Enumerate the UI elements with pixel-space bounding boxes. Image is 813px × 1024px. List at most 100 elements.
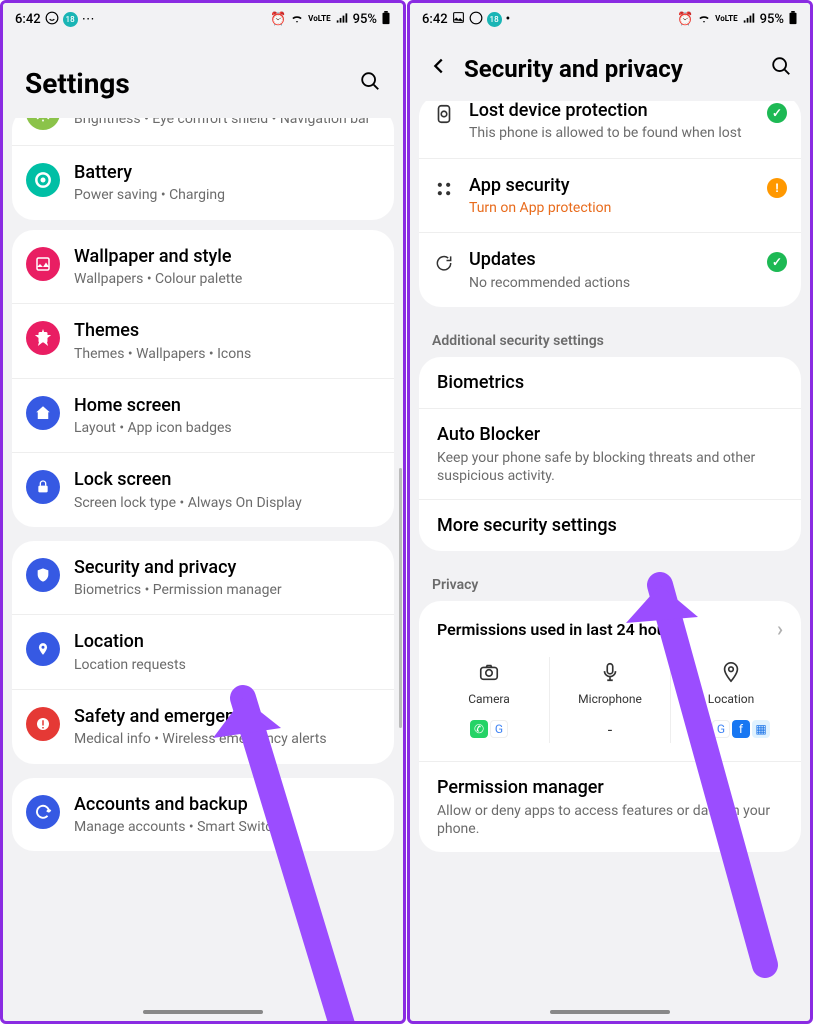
permissions-grid: Camera ✆ G Microphone - [419, 651, 801, 761]
item-lost-device[interactable]: Lost device protection This phone is all… [419, 101, 801, 158]
item-label: Updates [469, 248, 753, 271]
perm-apps: - [552, 720, 668, 739]
status-ok-icon: ✓ [767, 252, 787, 272]
wallpaper-icon [26, 247, 60, 281]
update-icon [433, 252, 455, 274]
search-icon[interactable] [770, 55, 792, 83]
image-icon [452, 11, 465, 27]
chevron-right-icon: › [777, 617, 783, 641]
status-time: 6:42 [15, 12, 41, 27]
settings-item-sub: Biometrics • Permission manager [74, 581, 380, 599]
settings-item-sub: Wallpapers • Colour palette [74, 270, 380, 288]
facebook-app-icon: f [732, 720, 750, 738]
status-warn-icon: ! [767, 178, 787, 198]
settings-item-sub: Location requests [74, 656, 380, 674]
status-more-icon: • [506, 13, 511, 26]
scrollbar[interactable] [399, 468, 402, 728]
battery-icon [788, 11, 798, 28]
settings-item-sub: Medical info • Wireless emergency alerts [74, 730, 380, 748]
settings-item-security[interactable]: Security and privacy Biometrics • Permis… [12, 541, 394, 615]
item-app-security[interactable]: App security Turn on App protection ! [419, 158, 801, 233]
perm-head-label: Permissions used in last 24 hours [437, 620, 680, 639]
perm-camera[interactable]: Camera ✆ G [429, 657, 550, 743]
settings-screen: 6:42 18 ⋯ ⏰ VoLTE 95% Settings [0, 0, 406, 1024]
settings-item-label: Accounts and backup [74, 793, 380, 816]
item-sub: This phone is allowed to be found when l… [469, 124, 753, 142]
settings-item-themes[interactable]: Themes Themes • Wallpapers • Icons [12, 303, 394, 378]
gesture-bar[interactable] [550, 1010, 670, 1014]
settings-item-lock[interactable]: Lock screen Screen lock type • Always On… [12, 452, 394, 527]
security-header: Security and privacy [410, 35, 810, 101]
settings-item-home[interactable]: Home screen Layout • App icon badges [12, 378, 394, 453]
display-icon [26, 118, 60, 130]
settings-item-sub: Themes • Wallpapers • Icons [74, 345, 380, 363]
themes-icon [26, 321, 60, 355]
settings-item-label: Battery [74, 161, 380, 184]
alarm-icon: ⏰ [677, 13, 693, 26]
settings-item-location[interactable]: Location Location requests [12, 614, 394, 689]
item-biometrics[interactable]: Biometrics [419, 357, 801, 408]
emergency-icon [26, 707, 60, 741]
security-status-card: Lost device protection This phone is all… [419, 101, 801, 307]
perm-label: Camera [431, 692, 547, 706]
item-sub: No recommended actions [469, 274, 753, 292]
item-updates[interactable]: Updates No recommended actions ✓ [419, 232, 801, 307]
settings-item-display[interactable]: Brightness • Eye comfort shield • Naviga… [12, 118, 394, 145]
item-auto-blocker[interactable]: Auto Blocker Keep your phone safe by blo… [419, 408, 801, 499]
item-label: App security [469, 174, 753, 197]
settings-card: Brightness • Eye comfort shield • Naviga… [12, 118, 394, 220]
page-title: Settings [25, 67, 130, 100]
battery-settings-icon [26, 163, 60, 197]
google-app-icon: G [712, 720, 730, 738]
item-label: More security settings [437, 514, 783, 537]
settings-header: Settings [3, 35, 403, 118]
item-permission-manager[interactable]: Permission manager Allow or deny apps to… [419, 761, 801, 852]
settings-card: Accounts and backup Manage accounts • Sm… [12, 778, 394, 852]
wifi-icon [697, 11, 711, 28]
settings-item-accounts[interactable]: Accounts and backup Manage accounts • Sm… [12, 778, 394, 852]
badge-icon: 18 [63, 12, 78, 27]
item-sub: Keep your phone safe by blocking threats… [437, 449, 783, 485]
settings-item-sub: Manage accounts • Smart Switch [74, 818, 380, 836]
gesture-bar[interactable] [143, 1010, 263, 1014]
perm-location[interactable]: Location ✺ G f ▦ [671, 657, 791, 743]
settings-item-label: Home screen [74, 394, 380, 417]
perm-apps: ✆ G [431, 720, 547, 738]
item-label: Biometrics [437, 371, 783, 394]
perm-apps: ✺ G f ▦ [673, 720, 789, 738]
permissions-header[interactable]: Permissions used in last 24 hours › [419, 601, 801, 651]
app-icon: ▦ [752, 720, 770, 738]
section-header: Privacy [410, 565, 810, 601]
settings-item-sub: Layout • App icon badges [74, 419, 380, 437]
perm-label: Microphone [552, 692, 668, 706]
item-sub: Allow or deny apps to access features or… [437, 802, 783, 838]
item-label: Auto Blocker [437, 423, 783, 446]
item-more-security[interactable]: More security settings [419, 499, 801, 551]
shield-icon [26, 558, 60, 592]
additional-security-card: Biometrics Auto Blocker Keep your phone … [419, 357, 801, 552]
status-more-icon: ⋯ [82, 13, 95, 26]
search-icon[interactable] [359, 70, 381, 98]
back-icon[interactable] [428, 55, 450, 83]
google-app-icon: G [490, 720, 508, 738]
settings-item-wallpaper[interactable]: Wallpaper and style Wallpapers • Colour … [12, 230, 394, 304]
settings-item-label: Location [74, 630, 380, 653]
settings-item-sub: Screen lock type • Always On Display [74, 494, 380, 512]
battery-percent: 95% [760, 12, 784, 27]
settings-item-battery[interactable]: Battery Power saving • Charging [12, 145, 394, 220]
settings-item-sub: Power saving • Charging [74, 186, 380, 204]
whatsapp-app-icon: ✆ [470, 720, 488, 738]
status-bar: 6:42 18 ⋯ ⏰ VoLTE 95% [3, 3, 403, 35]
perm-microphone[interactable]: Microphone - [550, 657, 671, 743]
settings-card: Wallpaper and style Wallpapers • Colour … [12, 230, 394, 527]
lock-icon [26, 470, 60, 504]
settings-item-sub: Brightness • Eye comfort shield • Naviga… [74, 118, 380, 128]
apps-icon [433, 178, 455, 200]
alarm-icon: ⏰ [270, 13, 286, 26]
app-icon: ✺ [692, 720, 710, 738]
settings-item-label: Themes [74, 319, 380, 342]
microphone-icon [552, 661, 668, 688]
section-header: Additional security settings [410, 321, 810, 357]
status-time: 6:42 [422, 12, 448, 27]
settings-item-safety[interactable]: Safety and emergency Medical info • Wire… [12, 689, 394, 764]
